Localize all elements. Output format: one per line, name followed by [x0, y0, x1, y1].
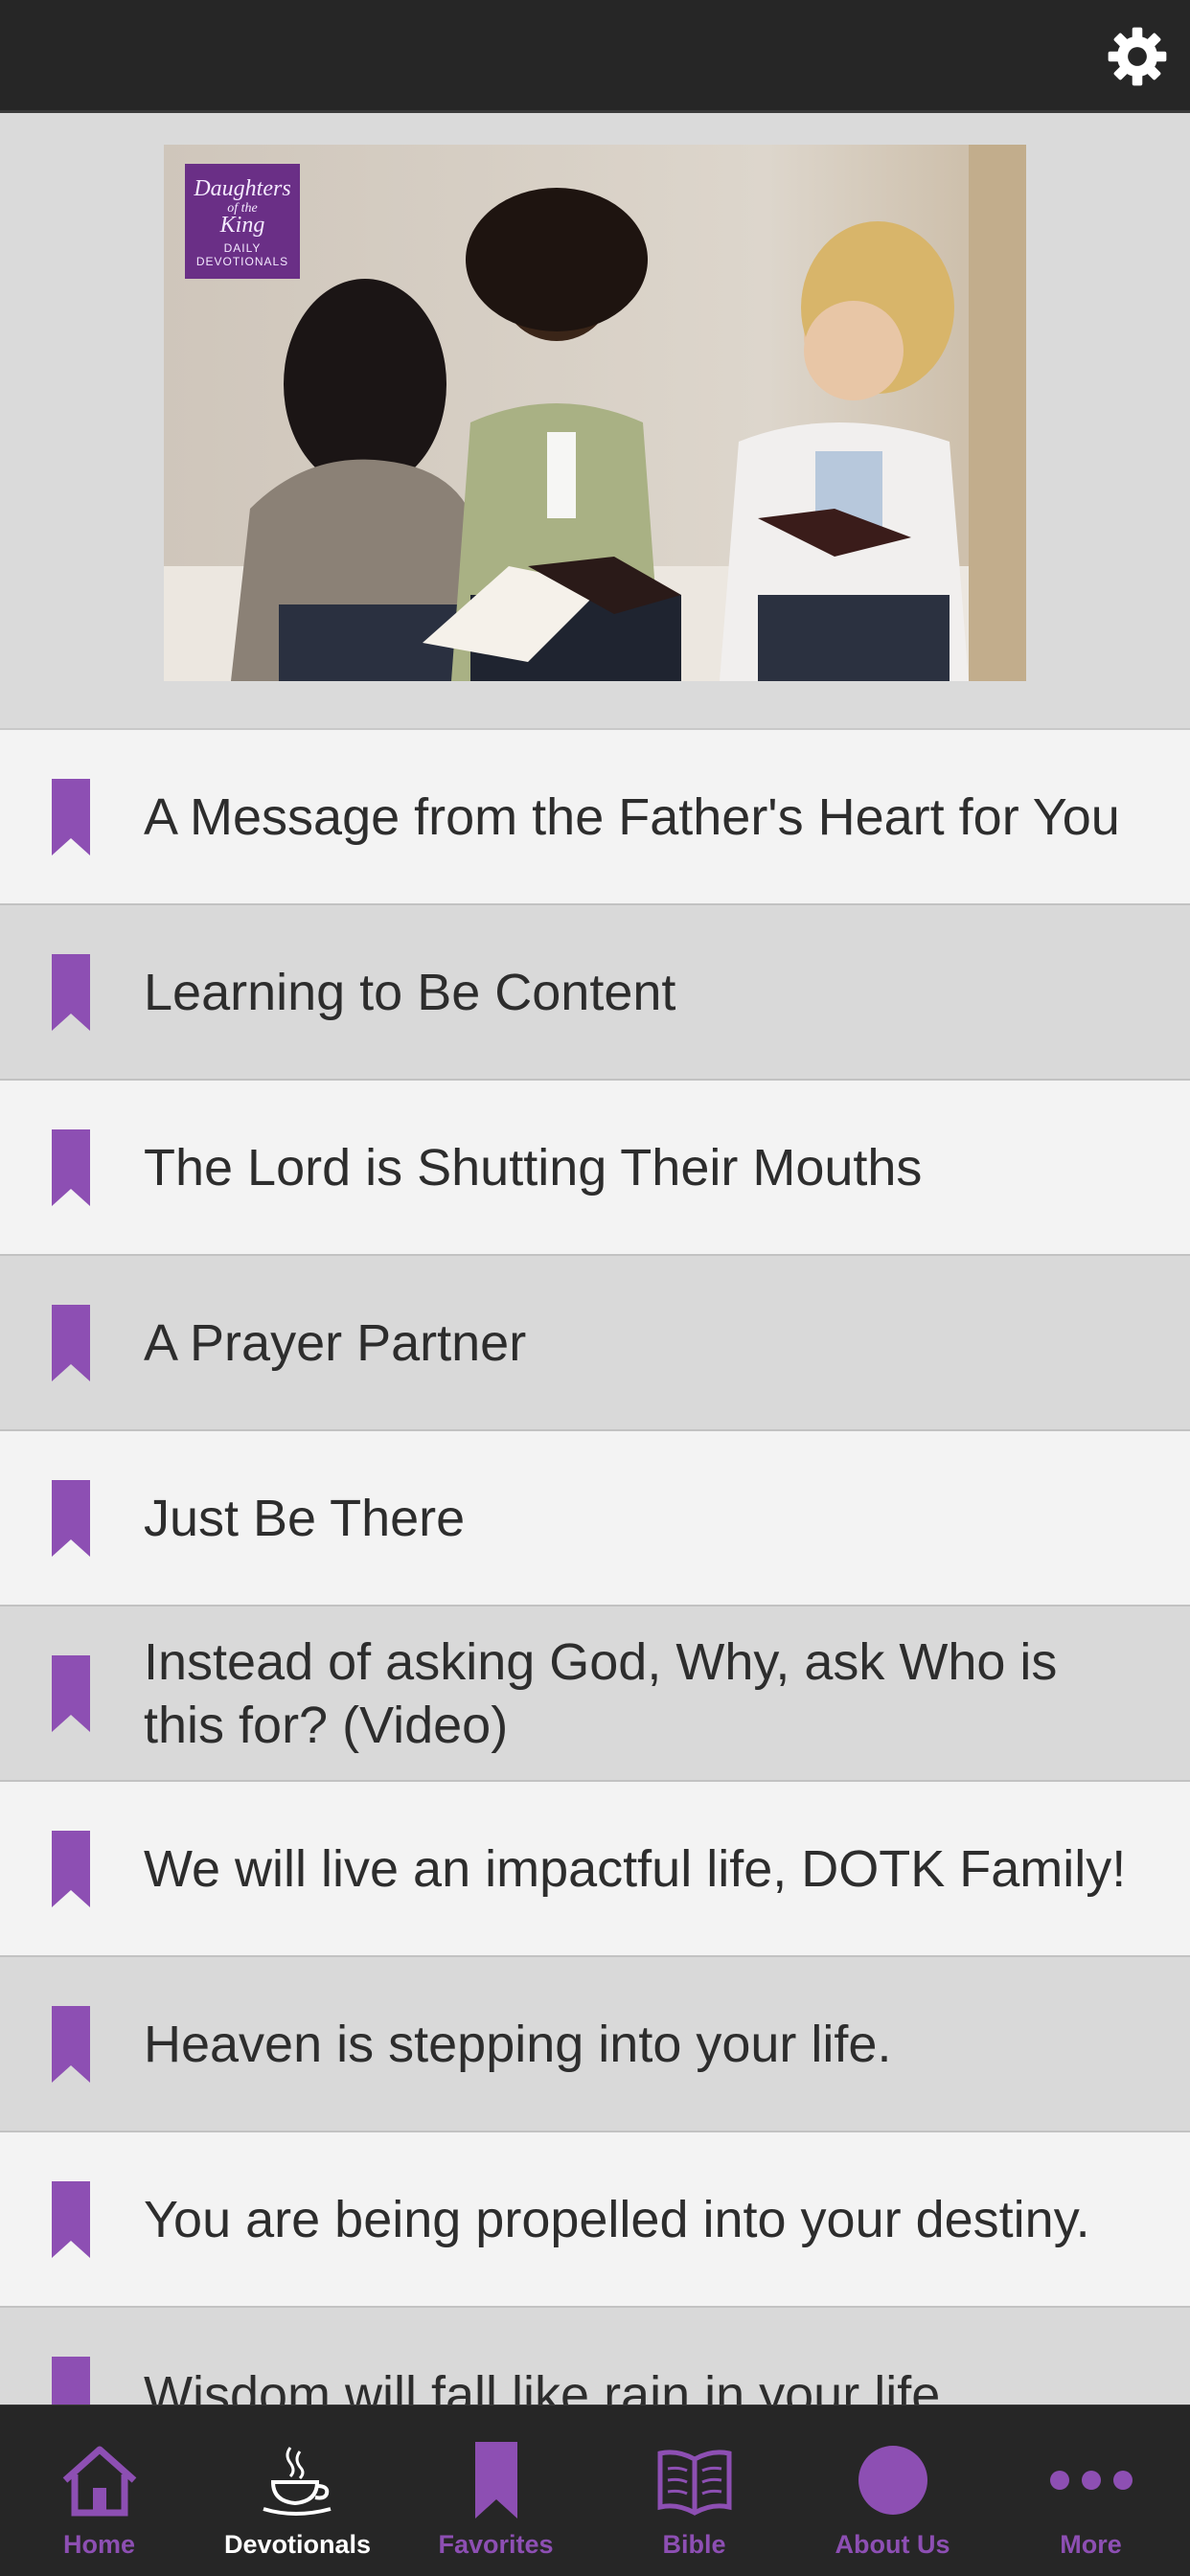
more-dots-icon [1049, 2471, 1133, 2490]
bookmark-icon [52, 1128, 90, 1206]
devotional-title: A Message from the Father's Heart for Yo… [144, 787, 1120, 846]
gear-icon[interactable] [1106, 25, 1169, 88]
bookmark-icon [52, 2180, 90, 2258]
tab-bar: Home Devotionals Favorites Bible About U… [0, 2405, 1190, 2576]
tab-favorites[interactable]: Favorites [397, 2405, 595, 2576]
devotional-title: Instead of asking God, Why, ask Who is t… [144, 1632, 1058, 1754]
tab-label: Bible [662, 2530, 726, 2559]
circle-icon [858, 2446, 927, 2515]
logo-line-1: Daughters [194, 176, 291, 201]
list-item[interactable]: A Message from the Father's Heart for Yo… [0, 730, 1190, 905]
bookmark-icon [52, 2356, 90, 2406]
bookmark-icon [52, 953, 90, 1031]
hero-photo: Daughters of the King DAILY DEVOTIONALS [164, 145, 1026, 681]
list-item[interactable]: You are being propelled into your destin… [0, 2132, 1190, 2308]
bookmark-icon [52, 1830, 90, 1907]
tab-home[interactable]: Home [0, 2405, 198, 2576]
devotional-title: A Prayer Partner [144, 1313, 527, 1372]
tab-about-us[interactable]: About Us [793, 2405, 992, 2576]
list-item[interactable]: Instead of asking God, Why, ask Who is t… [0, 1607, 1190, 1782]
bookmark-icon [52, 1304, 90, 1381]
list-item[interactable]: Heaven is stepping into your life. [0, 1957, 1190, 2132]
devotional-title: We will live an impactful life, DOTK Fam… [144, 1839, 1127, 1898]
devotional-list[interactable]: A Message from the Father's Heart for Yo… [0, 728, 1190, 2406]
devotional-title: The Lord is Shutting Their Mouths [144, 1138, 923, 1197]
bookmark-icon [52, 778, 90, 855]
logo-line-4: DAILY [223, 241, 262, 255]
tab-bible[interactable]: Bible [595, 2405, 793, 2576]
logo-line-5: DEVOTIONALS [195, 255, 289, 268]
tab-label: About Us [835, 2530, 950, 2559]
top-bar [0, 0, 1190, 113]
logo-line-3: King [219, 213, 265, 238]
coffee-cup-icon [262, 2447, 332, 2516]
book-icon [657, 2450, 731, 2516]
home-icon [62, 2446, 136, 2517]
brand-logo: Daughters of the King DAILY DEVOTIONALS [185, 164, 300, 279]
tab-label: More [1060, 2530, 1122, 2559]
bookmark-icon [474, 2442, 517, 2519]
list-item[interactable]: Learning to Be Content [0, 905, 1190, 1081]
bookmark-icon [52, 1654, 90, 1732]
tab-more[interactable]: More [992, 2405, 1190, 2576]
devotional-title: You are being propelled into your destin… [144, 2190, 1090, 2248]
list-item[interactable]: The Lord is Shutting Their Mouths [0, 1081, 1190, 1256]
list-item[interactable]: Just Be There [0, 1431, 1190, 1607]
bookmark-icon [52, 1479, 90, 1557]
devotional-title: Just Be There [144, 1489, 466, 1547]
tab-devotionals[interactable]: Devotionals [198, 2405, 397, 2576]
tab-label: Favorites [438, 2530, 554, 2559]
list-item[interactable]: We will live an impactful life, DOTK Fam… [0, 1782, 1190, 1957]
list-item[interactable]: A Prayer Partner [0, 1256, 1190, 1431]
list-item[interactable]: Wisdom will fall like rain in your life. [0, 2308, 1190, 2406]
devotional-title: Learning to Be Content [144, 963, 676, 1021]
tab-label: Home [62, 2530, 135, 2559]
devotional-title: Wisdom will fall like rain in your life. [144, 2365, 955, 2407]
tab-label: Devotionals [223, 2530, 372, 2559]
devotional-title: Heaven is stepping into your life. [144, 2015, 892, 2073]
bookmark-icon [52, 2005, 90, 2083]
hero-banner: Daughters of the King DAILY DEVOTIONALS [0, 113, 1190, 728]
